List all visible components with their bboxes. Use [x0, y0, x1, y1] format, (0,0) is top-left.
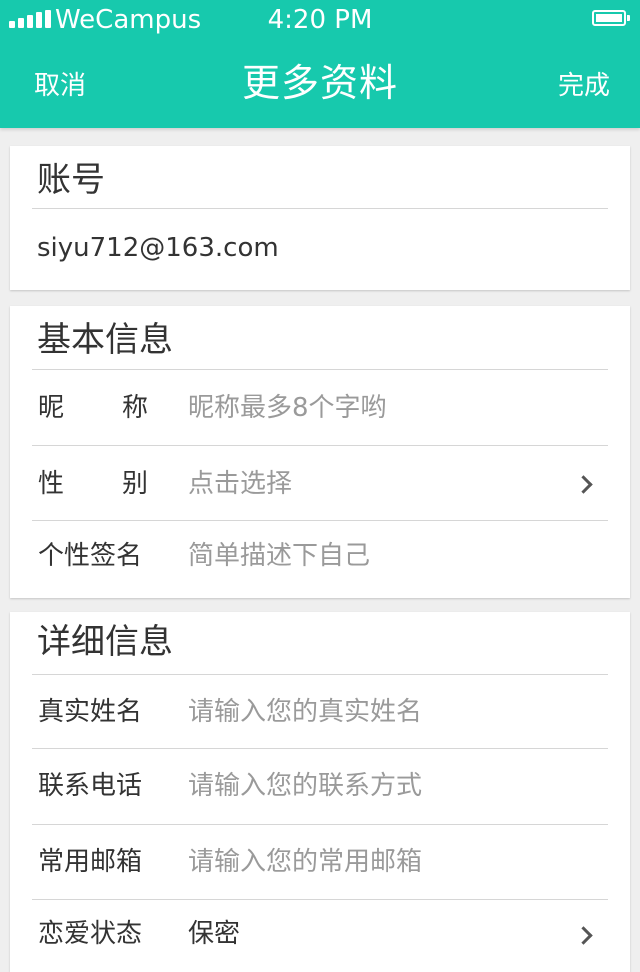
chevron-right-icon [574, 926, 593, 945]
gender-select[interactable]: 点击选择 [188, 466, 292, 502]
account-value: siyu712@163.com [37, 233, 279, 263]
email-label: 常用邮箱 [38, 847, 143, 877]
nickname-label: 昵称 [38, 393, 148, 423]
real-name-input[interactable]: 请输入您的真实姓名 [188, 694, 422, 730]
nickname-row[interactable]: 昵称 昵称最多8个字哟 [10, 370, 630, 445]
phone-input[interactable]: 请输入您的联系方式 [188, 768, 422, 804]
basic-info-card: 基本信息 昵称 昵称最多8个字哟 性别 点击选择 个性签名 简单描述下自己 [10, 306, 630, 598]
battery-icon [592, 10, 630, 26]
status-bar: WeCampus 4:20 PM [0, 0, 640, 40]
status-time: 4:20 PM [267, 5, 373, 35]
signature-input[interactable]: 简单描述下自己 [188, 538, 370, 574]
nav-bar: 取消 更多资料 完成 [0, 40, 640, 128]
relationship-row[interactable]: 恋爱状态 保密 [10, 900, 630, 972]
detail-info-card: 详细信息 真实姓名 请输入您的真实姓名 联系电话 请输入您的联系方式 常用邮箱 … [10, 612, 630, 972]
gender-row[interactable]: 性别 点击选择 [10, 446, 630, 520]
gender-label: 性别 [38, 469, 148, 499]
signature-label: 个性签名 [38, 541, 143, 571]
relationship-label: 恋爱状态 [38, 919, 143, 949]
email-input[interactable]: 请输入您的常用邮箱 [188, 844, 422, 880]
done-button[interactable]: 完成 [558, 68, 610, 104]
email-row[interactable]: 常用邮箱 请输入您的常用邮箱 [10, 825, 630, 899]
page-title: 更多资料 [241, 61, 398, 105]
phone-row[interactable]: 联系电话 请输入您的联系方式 [10, 749, 630, 823]
account-card: 账号 siyu712@163.com [10, 146, 630, 290]
detail-section-title: 详细信息 [37, 622, 173, 662]
relationship-select[interactable]: 保密 [188, 916, 240, 952]
divider [32, 208, 608, 209]
chevron-right-icon [574, 475, 593, 494]
basic-section-title: 基本信息 [37, 320, 173, 360]
app-header: WeCampus 4:20 PM 取消 更多资料 完成 [0, 0, 640, 128]
real-name-row[interactable]: 真实姓名 请输入您的真实姓名 [10, 675, 630, 749]
account-section-title: 账号 [37, 160, 105, 200]
nickname-input[interactable]: 昵称最多8个字哟 [188, 390, 387, 426]
real-name-label: 真实姓名 [38, 697, 143, 727]
signature-row[interactable]: 个性签名 简单描述下自己 [10, 521, 630, 597]
phone-label: 联系电话 [38, 771, 143, 801]
